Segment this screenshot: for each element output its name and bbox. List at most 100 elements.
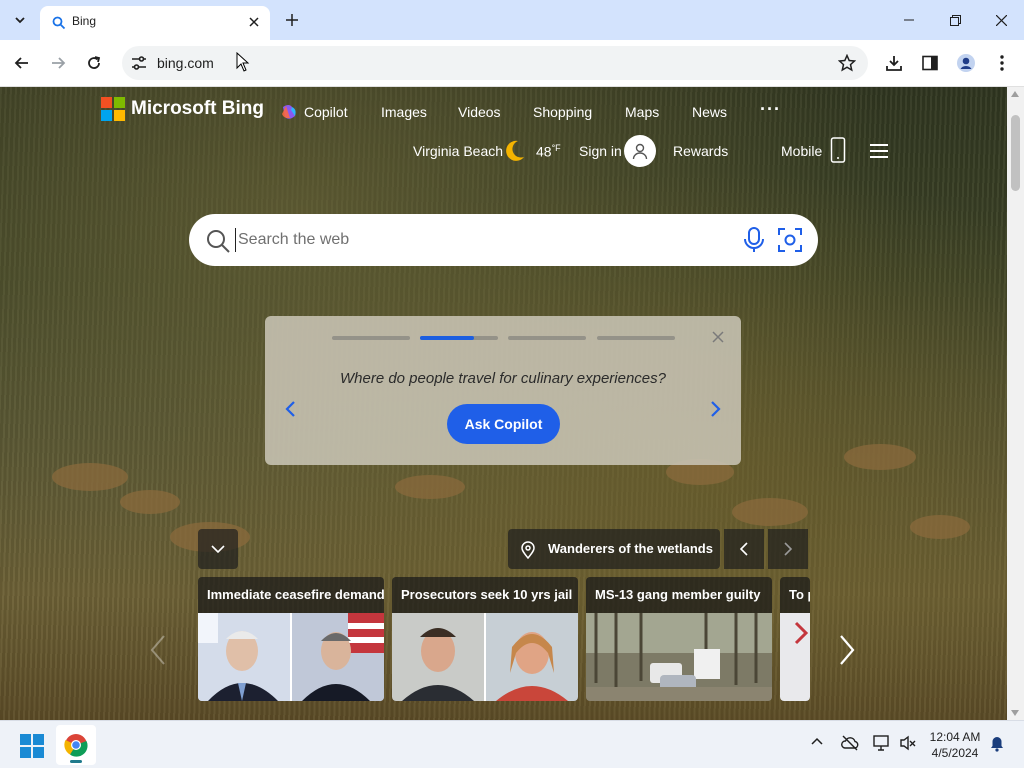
- hamburger-icon: [870, 144, 888, 158]
- bing-logo[interactable]: Microsoft Bing: [101, 97, 264, 121]
- tab-search-button[interactable]: [8, 8, 32, 32]
- close-icon: [249, 17, 259, 27]
- nav-videos[interactable]: Videos: [458, 104, 501, 120]
- mouse-cursor-icon: [236, 52, 250, 72]
- side-panel-icon: [922, 55, 938, 71]
- nav-copilot[interactable]: Copilot: [304, 104, 348, 120]
- url-text: bing.com: [157, 55, 214, 71]
- profile-icon: [957, 54, 975, 72]
- moon-icon: [506, 140, 524, 161]
- progress-segment: [508, 336, 586, 340]
- news-card-image: [586, 613, 772, 701]
- nav-more[interactable]: ···: [760, 99, 781, 120]
- news-card-image: [780, 613, 810, 701]
- close-icon[interactable]: [711, 330, 725, 344]
- clock-date: 4/5/2024: [931, 746, 979, 760]
- news-card-image: [392, 613, 578, 701]
- reload-button[interactable]: [82, 51, 106, 75]
- tab-strip: Bing: [0, 0, 1024, 40]
- chevron-left-icon[interactable]: [283, 400, 297, 418]
- ask-copilot-button[interactable]: Ask Copilot: [447, 404, 560, 444]
- account-avatar[interactable]: [624, 135, 656, 167]
- chevron-right-icon: [784, 542, 793, 556]
- chevron-left-icon: [739, 542, 748, 556]
- mobile-phone-icon: [830, 137, 846, 163]
- microphone-icon[interactable]: [742, 226, 766, 254]
- news-card[interactable]: Immediate ceasefire demand: [198, 577, 384, 701]
- news-card-title: MS-13 gang member guilty: [595, 587, 761, 602]
- chevron-down-icon: [211, 545, 225, 554]
- menu-button[interactable]: [991, 52, 1013, 74]
- previous-image-button[interactable]: [724, 529, 764, 569]
- system-clock[interactable]: 12:04 AM 4/5/2024: [922, 729, 988, 761]
- progress-segment: [332, 336, 410, 340]
- minimize-icon: [904, 19, 914, 21]
- chrome-icon: [64, 734, 88, 757]
- volume-muted-icon[interactable]: [899, 735, 917, 751]
- network-icon[interactable]: [873, 735, 891, 751]
- microsoft-logo-icon: [101, 97, 125, 121]
- nav-images[interactable]: Images: [381, 104, 427, 120]
- chevron-right-icon[interactable]: [709, 400, 723, 418]
- running-indicator: [70, 760, 82, 763]
- profile-button[interactable]: [955, 52, 977, 74]
- arrow-right-icon: [52, 57, 66, 69]
- news-card-title: Immediate ceasefire demand: [207, 587, 384, 602]
- bing-homepage: Microsoft Bing Copilot Images Videos Sho…: [0, 87, 1007, 720]
- progress-segment-active: [420, 336, 498, 340]
- search-icon[interactable]: [205, 228, 231, 254]
- windows-start-icon[interactable]: [20, 734, 44, 758]
- news-card-image: [198, 613, 384, 701]
- new-tab-button[interactable]: [282, 10, 302, 30]
- visual-search-icon[interactable]: [776, 226, 804, 254]
- close-icon: [995, 14, 1007, 26]
- search-box: [189, 214, 818, 266]
- news-card[interactable]: MS-13 gang member guilty: [586, 577, 772, 701]
- scrollbar-thumb[interactable]: [1011, 115, 1020, 191]
- suggestion-question: Where do people travel for culinary expe…: [339, 370, 666, 387]
- downloads-button[interactable]: [883, 52, 905, 74]
- scroll-up-arrow[interactable]: [1011, 91, 1019, 97]
- forward-button[interactable]: [46, 51, 70, 75]
- weather-location[interactable]: Virginia Beach: [413, 143, 503, 159]
- news-card-partial[interactable]: To p: [780, 577, 810, 701]
- chrome-taskbar-button[interactable]: [56, 725, 96, 765]
- tab-close-button[interactable]: [246, 14, 262, 30]
- page-scrollbar[interactable]: [1007, 87, 1024, 720]
- windows-taskbar: 12:04 AM 4/5/2024: [0, 720, 1024, 768]
- nav-maps[interactable]: Maps: [625, 104, 659, 120]
- restore-button[interactable]: [932, 6, 978, 34]
- chevron-up-icon[interactable]: [811, 736, 823, 748]
- notification-bell-icon[interactable]: [990, 736, 1004, 752]
- chevron-down-icon: [15, 17, 25, 24]
- plus-icon: [286, 14, 298, 26]
- back-button[interactable]: [10, 51, 34, 75]
- clock-time: 12:04 AM: [929, 730, 981, 744]
- weather-temperature[interactable]: 48°F: [536, 143, 561, 160]
- news-card-title: Prosecutors seek 10 yrs jail: [401, 587, 573, 602]
- next-image-button[interactable]: [768, 529, 808, 569]
- location-pin-icon: [521, 541, 535, 559]
- cloud-offline-icon[interactable]: [841, 735, 859, 751]
- news-card[interactable]: Prosecutors seek 10 yrs jail: [392, 577, 578, 701]
- tab-title: Bing: [72, 14, 97, 28]
- sign-in-link[interactable]: Sign in: [579, 143, 622, 159]
- rewards-link[interactable]: Rewards: [673, 143, 728, 159]
- search-input[interactable]: [235, 228, 715, 252]
- close-window-button[interactable]: [978, 6, 1024, 34]
- bookmark-star-icon[interactable]: [838, 54, 856, 72]
- nav-shopping[interactable]: Shopping: [533, 104, 592, 120]
- side-panel-button[interactable]: [919, 52, 941, 74]
- collapse-feed-button[interactable]: [198, 529, 238, 569]
- browser-tab[interactable]: Bing: [40, 6, 270, 40]
- address-bar[interactable]: bing.com: [122, 46, 868, 80]
- image-of-the-day-caption[interactable]: Wanderers of the wetlands: [508, 529, 720, 569]
- copilot-icon: [282, 105, 296, 119]
- mobile-link[interactable]: Mobile: [781, 143, 822, 159]
- hamburger-menu-button[interactable]: [868, 143, 890, 161]
- chevron-left-icon[interactable]: [146, 632, 170, 668]
- scroll-down-arrow[interactable]: [1011, 710, 1019, 716]
- chevron-right-icon[interactable]: [835, 632, 859, 668]
- minimize-button[interactable]: [886, 6, 932, 34]
- nav-news[interactable]: News: [692, 104, 727, 120]
